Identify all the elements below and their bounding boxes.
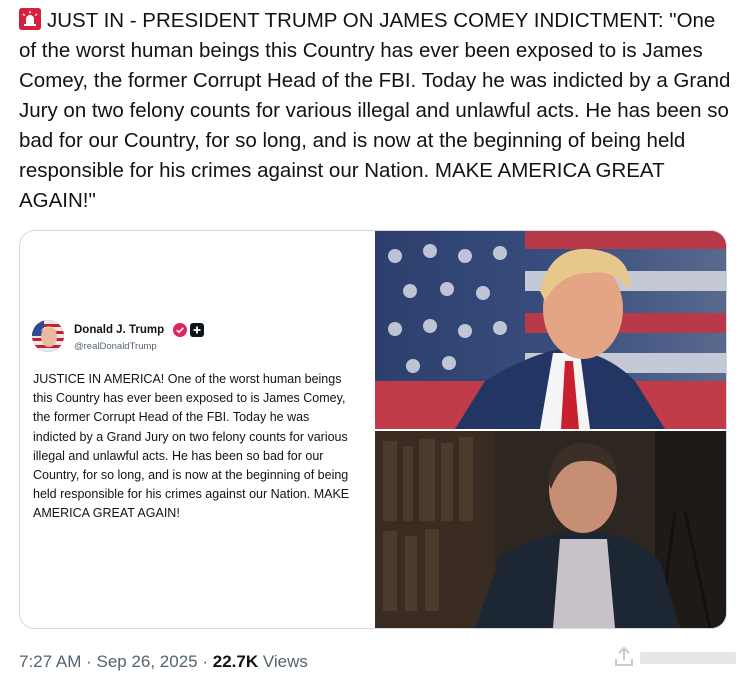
watermark-logo: [640, 648, 736, 668]
meta-separator: ·: [81, 652, 97, 671]
embedded-post-header: Donald J. Trump @realDonaldTrump: [32, 320, 362, 356]
embedded-post-image[interactable]: Donald J. Trump @realDonaldTrump JUSTICE…: [20, 231, 373, 628]
meta-separator: ·: [197, 652, 213, 671]
police-siren-icon: [19, 8, 41, 30]
comey-photo[interactable]: [375, 431, 726, 628]
post-body: JUST IN - PRESIDENT TRUMP ON JAMES COMEY…: [19, 9, 731, 212]
trump-photo[interactable]: [375, 231, 726, 429]
share-icon[interactable]: [612, 645, 636, 669]
plus-badge-icon: [190, 323, 204, 337]
avatar: [32, 320, 64, 352]
embedded-post-body: JUSTICE IN AMERICA! One of the worst hum…: [33, 372, 350, 521]
views-count: 22.7K: [212, 652, 259, 671]
embedded-display-name: Donald J. Trump: [74, 324, 165, 336]
post-date[interactable]: Sep 26, 2025: [96, 652, 197, 671]
media-grid[interactable]: Donald J. Trump @realDonaldTrump JUSTICE…: [19, 230, 727, 629]
post-time[interactable]: 7:27 AM: [19, 652, 81, 671]
embedded-handle: @realDonaldTrump: [74, 341, 157, 352]
views-label: Views: [258, 652, 308, 671]
post-meta: 7:27 AM · Sep 26, 2025 · 22.7K Views: [19, 652, 308, 672]
verified-badge-icon: [173, 323, 187, 337]
post-text: JUST IN - PRESIDENT TRUMP ON JAMES COMEY…: [19, 6, 731, 216]
